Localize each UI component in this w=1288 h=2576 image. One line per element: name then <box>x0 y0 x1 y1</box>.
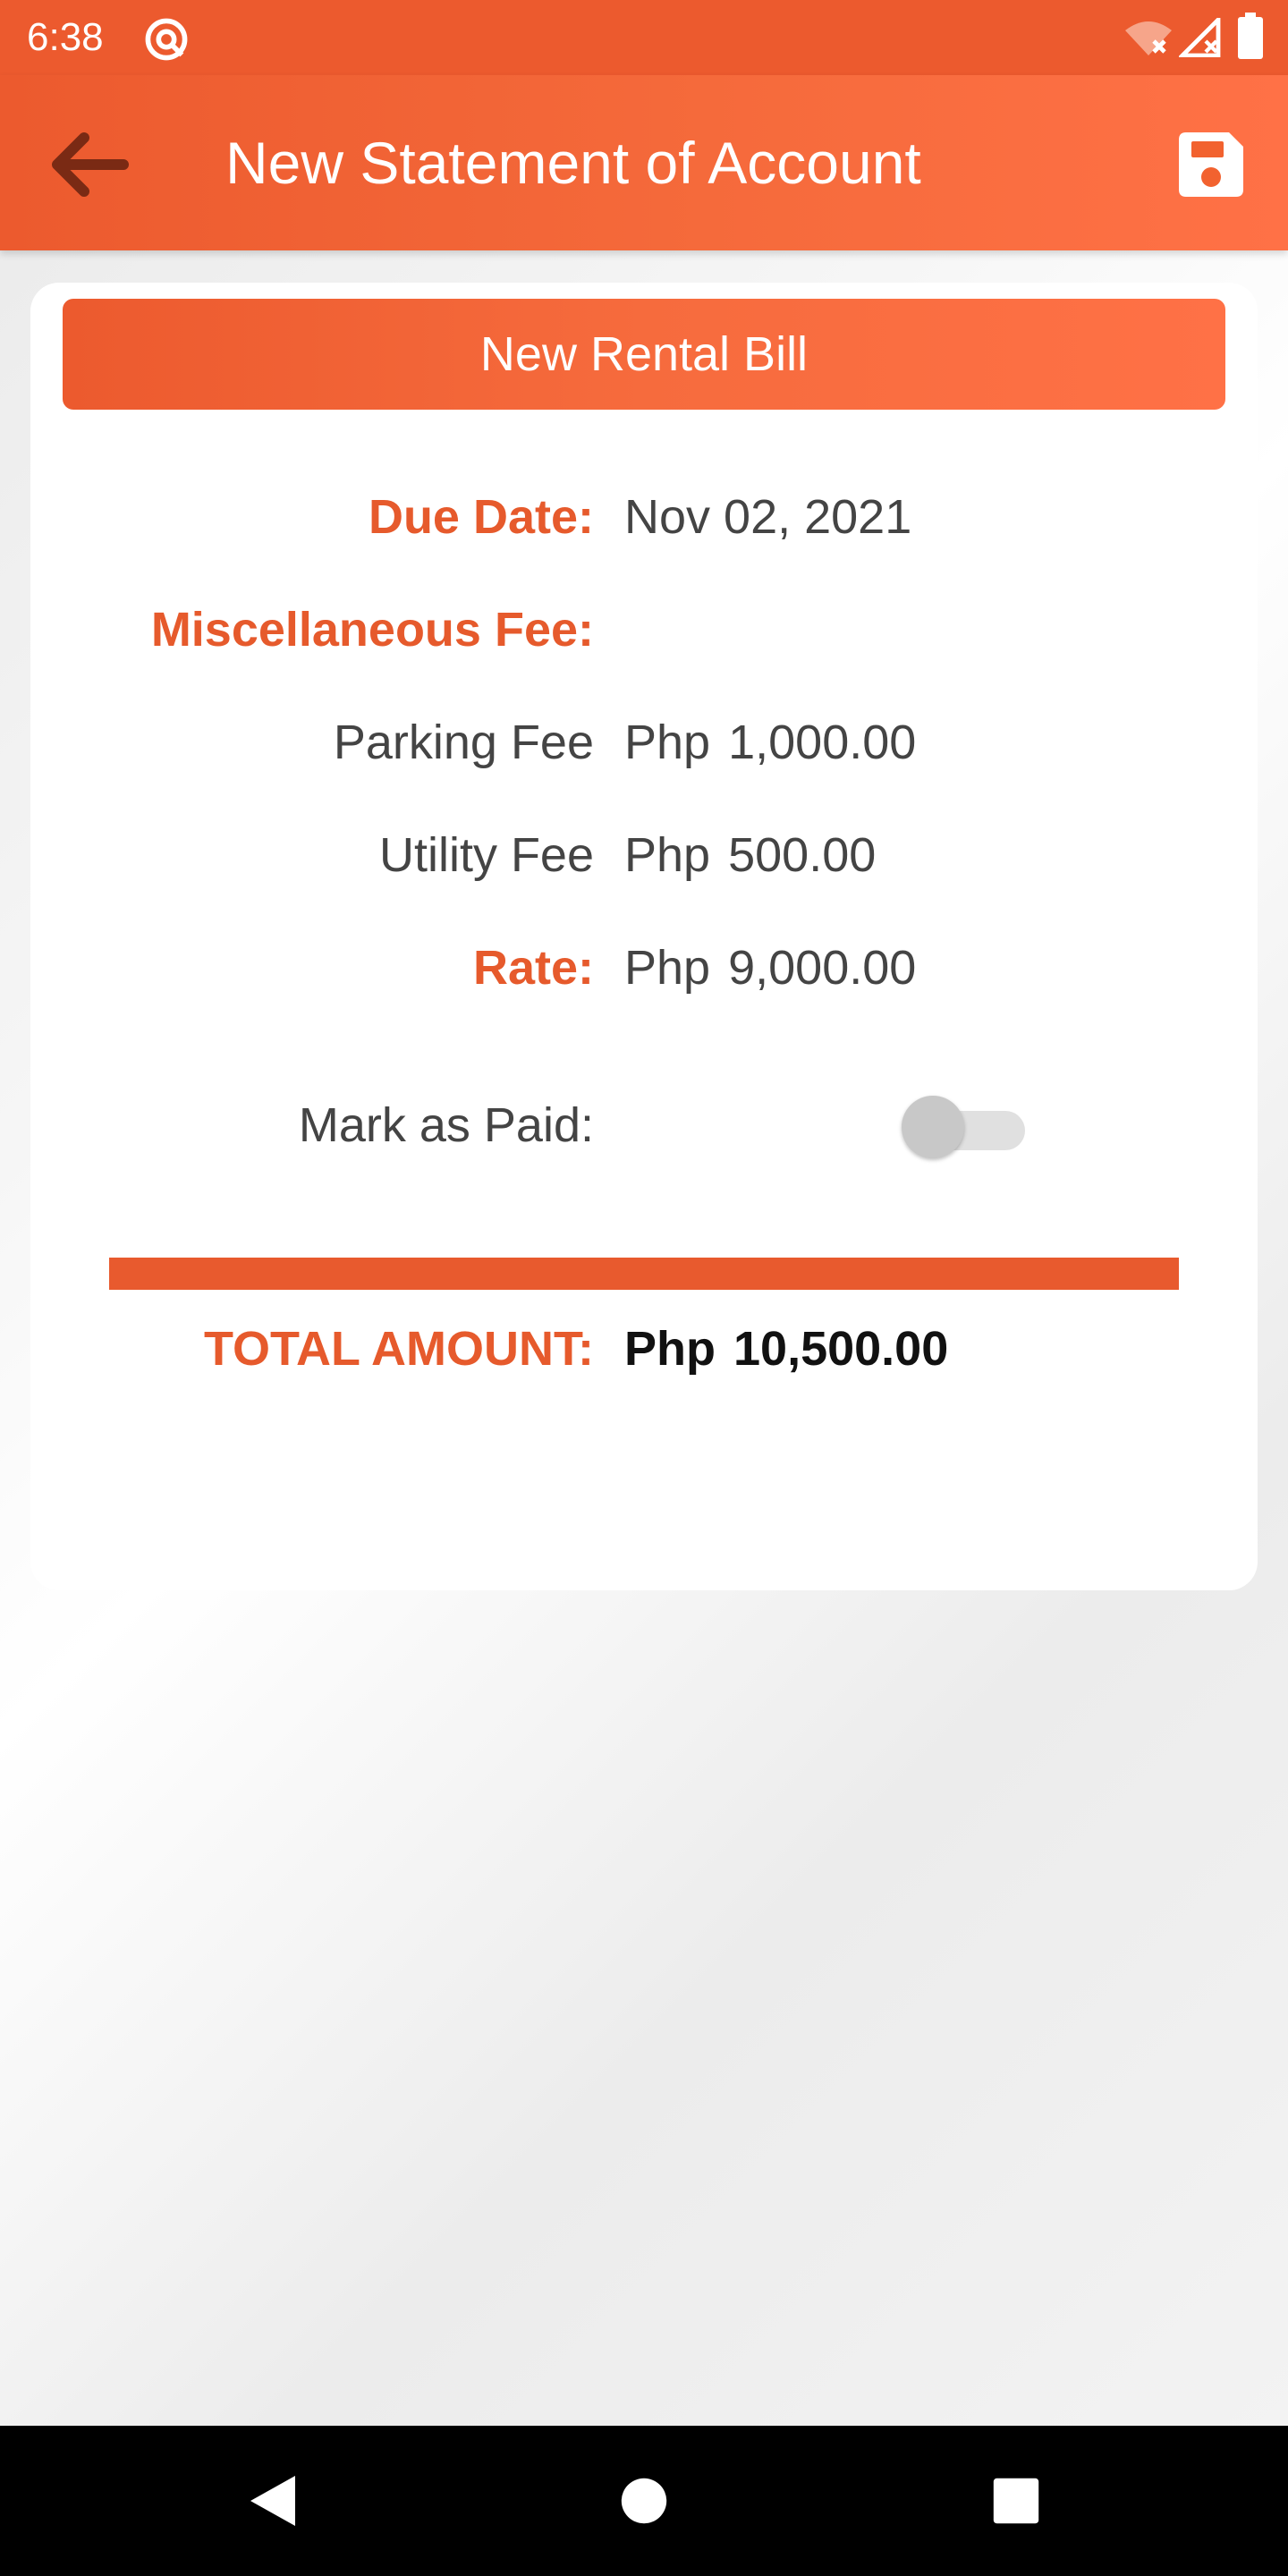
rate-currency: Php <box>624 941 711 995</box>
back-button[interactable] <box>34 120 141 209</box>
at-sign-icon <box>145 18 188 61</box>
total-row: TOTAL AMOUNT: Php 10,500.00 <box>30 1313 1258 1385</box>
rate-row: Rate: Php 9,000.00 <box>30 932 1258 1004</box>
save-icon <box>1179 132 1243 197</box>
total-divider <box>109 1258 1179 1290</box>
parking-fee-currency: Php <box>624 716 711 769</box>
misc-fee-row: Miscellaneous Fee: <box>30 594 1258 665</box>
toggle-thumb <box>902 1096 964 1158</box>
total-value: Php 10,500.00 <box>624 1313 948 1385</box>
parking-fee-amount: 1,000.00 <box>728 716 917 769</box>
parking-fee-label: Parking Fee <box>333 716 594 769</box>
parking-fee-row: Parking Fee Php 1,000.00 <box>30 707 1258 778</box>
mark-paid-label: Mark as Paid: <box>298 1098 594 1152</box>
save-button[interactable] <box>1168 122 1254 208</box>
utility-fee-currency: Php <box>624 828 711 882</box>
bill-card: New Rental Bill Due Date: Nov 02, 2021 M… <box>30 283 1258 1590</box>
arrow-back-icon <box>52 132 129 197</box>
rate-amount: 9,000.00 <box>728 941 917 995</box>
app-bar: New Statement of Account <box>0 75 1288 250</box>
nav-home-icon <box>621 2478 667 2524</box>
status-time: 6:38 <box>27 15 104 59</box>
nav-recents-icon <box>993 2478 1039 2524</box>
wifi-off-icon <box>1125 21 1172 55</box>
utility-fee-amount: 500.00 <box>728 828 877 882</box>
utility-fee-label: Utility Fee <box>378 828 594 882</box>
mark-paid-toggle[interactable] <box>902 1096 1038 1158</box>
due-date-row: Due Date: Nov 02, 2021 <box>30 481 1258 553</box>
nav-back-button[interactable] <box>236 2465 308 2537</box>
page-title: New Statement of Account <box>225 130 921 196</box>
total-currency: Php <box>624 1322 716 1376</box>
signal-off-icon <box>1179 18 1221 57</box>
nav-home-button[interactable] <box>608 2465 680 2537</box>
mark-paid-row: Mark as Paid: <box>30 1089 1258 1161</box>
total-label: TOTAL AMOUNT: <box>204 1322 594 1376</box>
status-bar: 6:38 <box>0 0 1288 75</box>
nav-back-icon <box>250 2476 295 2526</box>
nav-recents-button[interactable] <box>980 2465 1052 2537</box>
rate-value[interactable]: Php 9,000.00 <box>624 932 916 1004</box>
utility-fee-value[interactable]: Php 500.00 <box>624 819 876 891</box>
new-rental-bill-button[interactable]: New Rental Bill <box>63 299 1225 410</box>
battery-icon <box>1238 13 1263 59</box>
misc-fee-label: Miscellaneous Fee: <box>150 603 594 657</box>
due-date-label: Due Date: <box>368 490 594 544</box>
parking-fee-value[interactable]: Php 1,000.00 <box>624 707 916 778</box>
system-nav-bar <box>0 2426 1288 2576</box>
total-amount: 10,500.00 <box>733 1322 949 1376</box>
rate-label: Rate: <box>472 941 594 995</box>
due-date-value[interactable]: Nov 02, 2021 <box>624 481 911 553</box>
utility-fee-row: Utility Fee Php 500.00 <box>30 819 1258 891</box>
